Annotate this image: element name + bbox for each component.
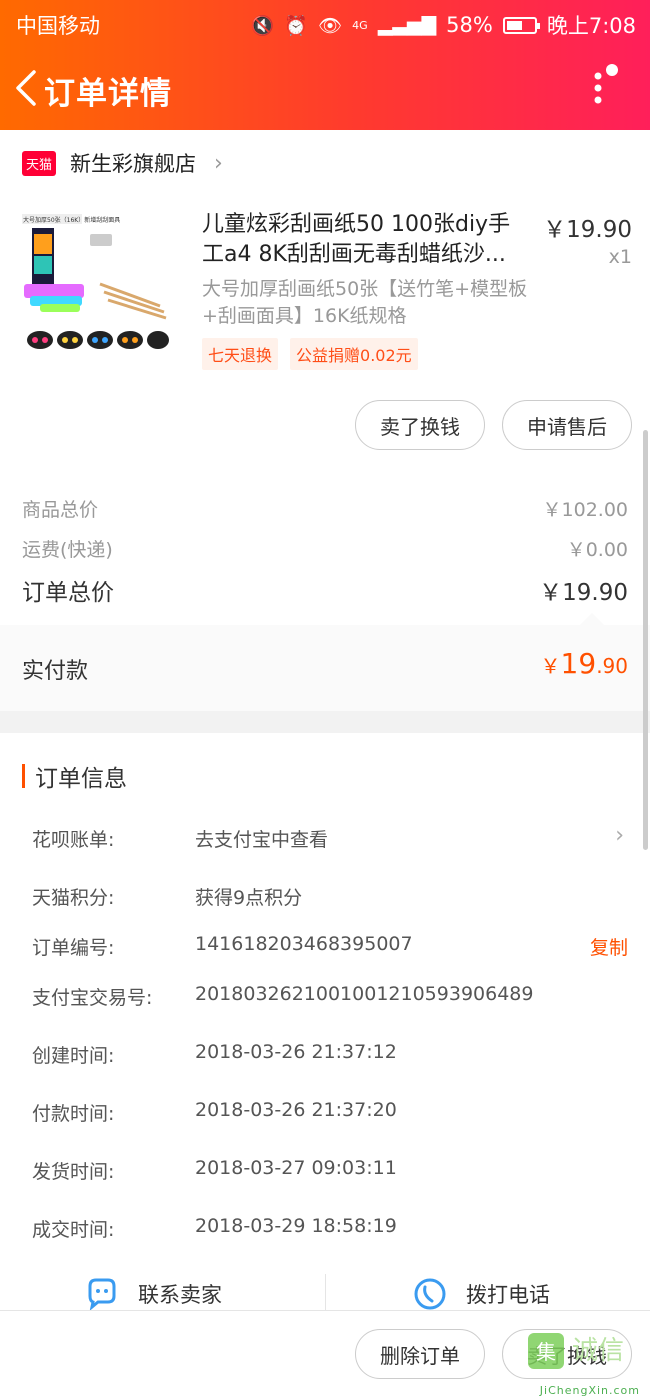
order-total-row: 订单总价 ￥19.90 xyxy=(22,573,628,607)
chat-icon xyxy=(88,1278,116,1311)
paid-decimal: .90 xyxy=(596,654,628,678)
shop-link[interactable]: 天猫 新生彩旗舰店 › xyxy=(22,148,223,178)
alipay-trade-row: 支付宝交易号: 2018032621001001210593906489 xyxy=(32,983,628,1013)
paid-label: 实付款 xyxy=(22,659,89,684)
order-info-header: 订单信息 xyxy=(22,759,127,793)
paid-integer: 19 xyxy=(560,647,597,680)
info-value: 2018-03-26 21:37:20 xyxy=(195,1099,397,1121)
info-key: 付款时间: xyxy=(32,1103,115,1125)
clock: 晚上7:08 xyxy=(546,14,636,38)
alarm-icon: ⏰ xyxy=(284,14,309,37)
shipping-row: 运费(快递) ￥0.00 xyxy=(22,535,628,562)
paid-time-row: 付款时间: 2018-03-26 21:37:20 xyxy=(32,1099,628,1129)
tag-return: 七天退换 xyxy=(202,338,279,370)
battery-icon xyxy=(502,16,540,34)
call-label: 拨打电话 xyxy=(466,1283,550,1307)
product-quantity: x1 xyxy=(608,246,632,268)
more-menu-icon[interactable] xyxy=(588,62,624,110)
info-value: 2018-03-29 18:58:19 xyxy=(195,1215,397,1237)
info-key: 支付宝交易号: xyxy=(32,987,153,1009)
order-total-label: 订单总价 xyxy=(22,580,114,606)
info-key: 成交时间: xyxy=(32,1219,115,1241)
delete-order-button[interactable]: 删除订单 xyxy=(355,1329,485,1379)
status-bar: 中国移动 🔇 ⏰ 👁 4G ▂▃▅▇ 58% 晚上7:08 xyxy=(0,0,650,46)
info-value: 2018032621001001210593906489 xyxy=(195,983,534,1005)
contact-seller-button[interactable]: 联系卖家 xyxy=(84,1276,222,1312)
phone-icon xyxy=(414,1278,446,1310)
product-spec: 大号加厚刮画纸50张【送竹笔+模型板+刮画面具】16K纸规格 xyxy=(202,278,528,327)
scrollbar[interactable] xyxy=(643,430,648,850)
order-info-section: 订单信息 花呗账单: 去支付宝中查看 › 天猫积分: 获得9点积分 订单编号: … xyxy=(0,733,650,1258)
back-arrow-icon[interactable] xyxy=(12,68,40,108)
sell-for-cash-button[interactable]: 卖了换钱 xyxy=(355,400,485,450)
product-title[interactable]: 儿童炫彩刮画纸50 100张diy手工a4 8K刮刮画无毒刮蜡纸沙... xyxy=(202,210,522,270)
thumbnail-text: 大号加厚50张（16K）新增刮刮面具 xyxy=(23,216,120,224)
product-price: ￥19.90 xyxy=(543,217,632,243)
goods-total-label: 商品总价 xyxy=(22,499,99,521)
info-key: 天猫积分: xyxy=(32,887,115,909)
price-summary: 商品总价 ￥102.00 运费(快递) ￥0.00 订单总价 ￥19.90 xyxy=(0,475,650,625)
created-time-row: 创建时间: 2018-03-26 21:37:12 xyxy=(32,1041,628,1071)
network-type: 4G xyxy=(352,18,368,32)
shipping-value: ￥0.00 xyxy=(566,539,628,561)
chevron-right-icon: › xyxy=(214,150,223,176)
goods-total-row: 商品总价 ￥102.00 xyxy=(22,495,628,522)
svg-text:集: 集 xyxy=(536,1340,556,1364)
shipped-time-row: 发货时间: 2018-03-27 09:03:11 xyxy=(32,1157,628,1187)
divider xyxy=(325,1274,326,1314)
order-info-title: 订单信息 xyxy=(35,766,127,792)
tmall-badge: 天猫 xyxy=(22,150,57,176)
battery-percent: 58% xyxy=(446,13,493,37)
after-sale-button[interactable]: 申请售后 xyxy=(502,400,632,450)
paid-currency: ￥ xyxy=(540,654,561,678)
info-key: 花呗账单: xyxy=(32,829,115,851)
call-button[interactable]: 拨打电话 xyxy=(412,1276,550,1312)
watermark-text: JiChengXin.com xyxy=(539,1384,640,1397)
eye-icon: 👁 xyxy=(318,14,343,37)
accent-bar xyxy=(22,764,25,788)
info-key: 发货时间: xyxy=(32,1161,115,1183)
page-title: 订单详情 xyxy=(44,76,172,112)
paid-amount: ￥19.90 xyxy=(541,647,628,680)
huabei-bill-row[interactable]: 花呗账单: 去支付宝中查看 › xyxy=(32,823,628,855)
product-thumbnail[interactable]: 大号加厚50张（16K）新增刮刮面具 xyxy=(20,212,170,362)
order-total-value: ￥19.90 xyxy=(539,580,628,606)
copy-button[interactable]: 复制 xyxy=(590,933,628,960)
info-key: 订单编号: xyxy=(32,937,115,959)
info-value: 去支付宝中查看 xyxy=(195,829,329,851)
shipping-label: 运费(快递) xyxy=(22,539,113,561)
order-number-row: 订单编号: 141618203468395007 复制 xyxy=(32,933,628,963)
info-key: 创建时间: xyxy=(32,1045,115,1067)
completed-time-row: 成交时间: 2018-03-29 18:58:19 xyxy=(32,1215,628,1245)
points-row: 天猫积分: 获得9点积分 xyxy=(32,883,628,913)
status-icons: 🔇 ⏰ 👁 4G ▂▃▅▇ 58% 晚上7:08 xyxy=(251,10,636,40)
paid-amount-row: 实付款 ￥19.90 xyxy=(0,613,650,711)
top-header: 中国移动 🔇 ⏰ 👁 4G ▂▃▅▇ 58% 晚上7:08 订单详情 xyxy=(0,0,650,130)
contact-seller-label: 联系卖家 xyxy=(138,1283,222,1307)
service-tags: 七天退换 公益捐赠0.02元 xyxy=(202,338,418,370)
info-value: 2018-03-26 21:37:12 xyxy=(195,1041,397,1063)
svg-text:诚信: 诚信 xyxy=(572,1336,624,1366)
signal-icon: ▂▃▅▇ xyxy=(377,14,437,36)
order-number-value: 141618203468395007 xyxy=(195,933,413,955)
info-value: 获得9点积分 xyxy=(195,887,303,909)
goods-total-value: ￥102.00 xyxy=(542,499,628,521)
caret-up-icon xyxy=(580,613,604,625)
info-value: 2018-03-27 09:03:11 xyxy=(195,1157,397,1179)
contact-bar: 联系卖家 拨打电话 xyxy=(0,1258,650,1314)
chevron-right-icon: › xyxy=(615,823,624,848)
order-item-card: 天猫 新生彩旗舰店 › 大号加厚50张（16K）新增刮刮面具 儿童炫彩刮画纸50… xyxy=(0,130,650,475)
mute-icon: 🔇 xyxy=(250,14,275,37)
nav-bar: 订单详情 xyxy=(0,58,650,118)
shop-name: 新生彩旗舰店 xyxy=(70,152,197,176)
carrier-label: 中国移动 xyxy=(16,14,100,38)
tag-charity: 公益捐赠0.02元 xyxy=(290,338,418,370)
